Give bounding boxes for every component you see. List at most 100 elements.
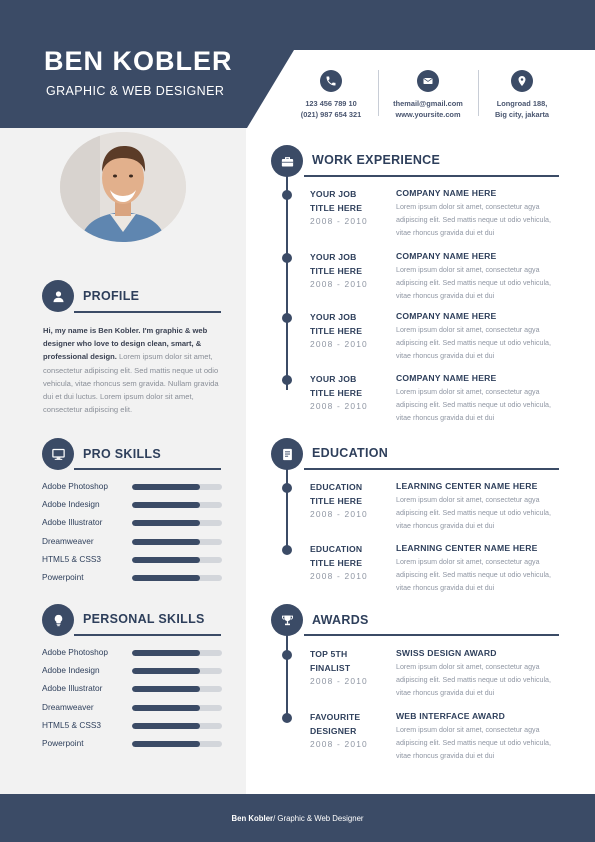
skill-level-bar	[132, 741, 222, 747]
skill-name: Adobe Illustrator	[42, 517, 103, 528]
footer: Ben Kobler / Graphic & Web Designer	[0, 794, 595, 842]
work-heading: WORK EXPERIENCE	[312, 153, 441, 167]
entry-description: Lorem ipsum dolor sit amet, consectetur …	[396, 266, 551, 300]
footer-role: / Graphic & Web Designer	[273, 813, 364, 823]
skill-level-bar	[132, 484, 222, 490]
location-pin-icon	[511, 70, 533, 92]
entry-role-line1: YOUR JOB	[310, 312, 357, 322]
personal-skill-row: Adobe Illustrator	[42, 683, 227, 695]
monitor-icon	[51, 448, 65, 460]
pro-skill-row: Adobe Indesign	[42, 499, 227, 511]
awards-heading: AWARDS	[312, 613, 369, 627]
email-icon	[417, 70, 439, 92]
profile-photo	[60, 132, 186, 242]
skill-level-bar	[132, 704, 222, 711]
awards-section-icon	[271, 604, 303, 636]
entry-description: Lorem ipsum dolor sit amet, consectetur …	[396, 558, 551, 592]
entry-date: 2008 - 2010	[310, 401, 368, 411]
personal-skill-row: HTML5 & CSS3	[42, 720, 227, 732]
entry-description: Lorem ipsum dolor sit amet, consectetur …	[396, 726, 551, 760]
entry-role-line2: TITLE HERE	[310, 202, 363, 213]
skill-level-fill	[132, 484, 200, 490]
book-icon	[282, 448, 292, 460]
education-heading: EDUCATION	[312, 446, 389, 460]
entry-heading: COMPANY NAME HERE	[396, 188, 497, 198]
personal-skill-row: Powerpoint	[42, 738, 227, 750]
entry-heading: COMPANY NAME HERE	[396, 311, 497, 321]
profile-heading-rule	[74, 311, 221, 313]
pro-skills-section-icon	[42, 438, 74, 470]
skill-level-fill	[132, 520, 200, 527]
entry-date: 2008 - 2010	[310, 676, 368, 686]
pro-skills-heading-rule	[74, 468, 221, 470]
skill-name: HTML5 & CSS3	[42, 719, 102, 730]
skill-name: Powerpoint	[42, 738, 84, 748]
timeline-dot	[282, 713, 292, 723]
skill-name: HTML5 & CSS3	[42, 553, 102, 564]
pro-skill-row: Dreamweaver	[42, 536, 227, 548]
entry-role-line2: DESIGNER	[310, 725, 357, 736]
timeline-dot	[282, 375, 292, 385]
skill-level-fill	[132, 686, 200, 693]
profile-body: Lorem ipsum dolor sit amet, consectetur …	[43, 352, 219, 415]
skill-level-bar	[132, 520, 222, 527]
skill-level-fill	[132, 538, 200, 545]
entry-role-line1: YOUR JOB	[310, 374, 357, 384]
entry-date: 2008 - 2010	[310, 339, 368, 349]
skill-name: Dreamweaver	[42, 535, 94, 546]
skill-level-fill	[132, 575, 200, 581]
work-section-icon	[271, 145, 303, 177]
personal-skills-heading-rule	[74, 634, 221, 636]
personal-skill-row: Adobe Photoshop	[42, 647, 227, 659]
entry-role-line1: FAVOURITE	[310, 712, 361, 722]
pro-skill-row: HTML5 & CSS3	[42, 554, 227, 566]
pro-skill-row: Adobe Photoshop	[42, 481, 227, 493]
entry-description: Lorem ipsum dolor sit amet, consectetur …	[396, 326, 551, 360]
contact-phone: 123 456 789 10 (021) 987 654 321	[276, 70, 386, 120]
entry-description: Lorem ipsum dolor sit amet, consectetur …	[396, 496, 551, 530]
address-street: Longroad 188,	[496, 99, 548, 108]
skill-name: Adobe Indesign	[42, 499, 100, 510]
skill-level-bar	[132, 538, 222, 545]
entry-description: Lorem ipsum dolor sit amet, consectetur …	[396, 663, 551, 697]
personal-skills-heading: PERSONAL SKILLS	[83, 612, 205, 626]
skill-level-bar	[132, 722, 222, 729]
work-timeline	[286, 176, 288, 390]
entry-role-line1: YOUR JOB	[310, 189, 357, 199]
entry-role-line2: TITLE HERE	[310, 387, 363, 398]
entry-role-line2: TITLE HERE	[310, 495, 363, 506]
timeline-dot	[282, 545, 292, 555]
phone-primary: 123 456 789 10	[305, 99, 357, 108]
awards-timeline	[286, 634, 288, 718]
education-timeline	[286, 468, 288, 552]
entry-heading: COMPANY NAME HERE	[396, 251, 497, 261]
profile-text: Hi, my name is Ben Kobler. I'm graphic &…	[43, 324, 223, 416]
entry-heading: LEARNING CENTER NAME HERE	[396, 543, 538, 553]
entry-role-line2: FINALIST	[310, 662, 351, 673]
footer-name: Ben Kobler	[231, 813, 274, 823]
candidate-title: GRAPHIC & WEB DESIGNER	[46, 84, 225, 98]
skill-name: Adobe Illustrator	[42, 683, 103, 694]
skill-name: Powerpoint	[42, 572, 84, 582]
skill-level-bar	[132, 668, 222, 675]
awards-heading-rule	[304, 634, 559, 636]
profile-section-icon	[42, 280, 74, 312]
entry-heading: WEB INTERFACE AWARD	[396, 711, 505, 721]
pro-skill-row: Adobe Illustrator	[42, 517, 227, 529]
education-heading-rule	[304, 468, 559, 470]
entry-date: 2008 - 2010	[310, 509, 368, 519]
personal-skill-row: Adobe Indesign	[42, 665, 227, 677]
entry-role-line2: TITLE HERE	[310, 265, 363, 276]
timeline-dot	[282, 190, 292, 200]
skill-level-fill	[132, 650, 200, 656]
entry-date: 2008 - 2010	[310, 571, 368, 581]
entry-role-line1: YOUR JOB	[310, 252, 357, 262]
skill-name: Adobe Photoshop	[42, 481, 108, 491]
lightbulb-icon	[54, 614, 62, 626]
candidate-name: BEN KOBLER	[44, 46, 233, 76]
skill-name: Adobe Indesign	[42, 665, 100, 676]
user-icon	[53, 290, 63, 302]
entry-date: 2008 - 2010	[310, 739, 368, 749]
skill-name: Adobe Photoshop	[42, 647, 108, 657]
entry-role-line1: EDUCATION	[310, 544, 363, 554]
